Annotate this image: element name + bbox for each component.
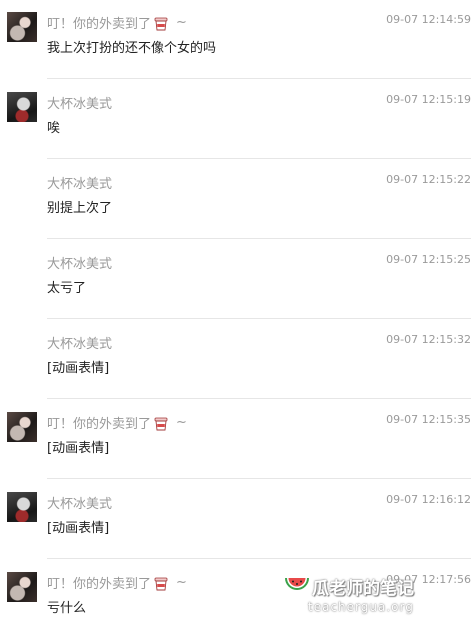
chat-message[interactable]: 大杯冰美式 09-07 12:15:32 [动画表情] [0,320,471,400]
chat-history: 叮！你的外卖到了 ~ 09-07 12:14:59 我上次打扮的还不像个女的吗 … [0,0,471,620]
sender-name: 大杯冰美式 [47,337,113,352]
message-time: 09-07 12:14:59 [386,13,471,26]
sender-name-row: 叮！你的外卖到了 ~ [47,573,187,592]
chat-message[interactable]: 叮！你的外卖到了 ~ 09-07 12:14:59 我上次打扮的还不像个女的吗 [0,0,471,80]
message-text: 别提上次了 [47,201,113,216]
sender-name-row: 大杯冰美式 [47,333,112,352]
message-time: 09-07 12:15:32 [386,333,471,346]
sender-name-row: 大杯冰美式 [47,493,112,512]
sender-name: 叮！你的外卖到了 [47,577,152,592]
message-text: [动画表情] [47,521,110,536]
sender-name: 叮！你的外卖到了 [47,17,152,32]
sender-name: 大杯冰美式 [47,257,113,272]
drink-cup-icon [154,577,168,590]
message-time: 09-07 12:17:56 [386,573,471,586]
sender-name: 大杯冰美式 [47,177,113,192]
message-time: 09-07 12:15:19 [386,93,471,106]
divider [47,78,471,79]
message-text: 太亏了 [47,281,87,296]
message-text: [动画表情] [47,441,110,456]
divider [47,478,471,479]
divider [47,238,471,239]
sender-name-row: 大杯冰美式 [47,173,112,192]
chat-message[interactable]: 叮！你的外卖到了 ~ 09-07 12:15:35 [动画表情] [0,400,471,480]
chat-message[interactable]: 叮！你的外卖到了 ~ 09-07 12:17:56 亏什么 [0,560,471,620]
chat-message[interactable]: 大杯冰美式 09-07 12:15:22 别提上次了 [0,160,471,240]
avatar[interactable] [7,92,37,122]
avatar[interactable] [7,12,37,42]
message-text: 亏什么 [47,601,87,616]
sender-name: 大杯冰美式 [47,497,113,512]
message-time: 09-07 12:15:22 [386,173,471,186]
message-time: 09-07 12:15:35 [386,413,471,426]
sender-suffix: ~ [176,575,187,590]
drink-cup-icon [154,17,168,30]
sender-suffix: ~ [176,415,187,430]
message-text: 唉 [47,121,61,136]
sender-name-row: 叮！你的外卖到了 ~ [47,413,187,432]
chat-message[interactable]: 大杯冰美式 09-07 12:16:12 [动画表情] [0,480,471,560]
chat-message[interactable]: 大杯冰美式 09-07 12:15:19 唉 [0,80,471,160]
sender-name-row: 叮！你的外卖到了 ~ [47,13,187,32]
divider [47,318,471,319]
divider [47,398,471,399]
sender-name: 叮！你的外卖到了 [47,417,152,432]
avatar[interactable] [7,412,37,442]
avatar[interactable] [7,492,37,522]
avatar[interactable] [7,572,37,602]
sender-name-row: 大杯冰美式 [47,253,112,272]
divider [47,158,471,159]
chat-message[interactable]: 大杯冰美式 09-07 12:15:25 太亏了 [0,240,471,320]
sender-name: 大杯冰美式 [47,97,113,112]
sender-suffix: ~ [176,15,187,30]
sender-name-row: 大杯冰美式 [47,93,112,112]
message-time: 09-07 12:16:12 [386,493,471,506]
message-text: 我上次打扮的还不像个女的吗 [47,41,217,56]
drink-cup-icon [154,417,168,430]
divider [47,558,471,559]
message-text: [动画表情] [47,361,110,376]
message-time: 09-07 12:15:25 [386,253,471,266]
